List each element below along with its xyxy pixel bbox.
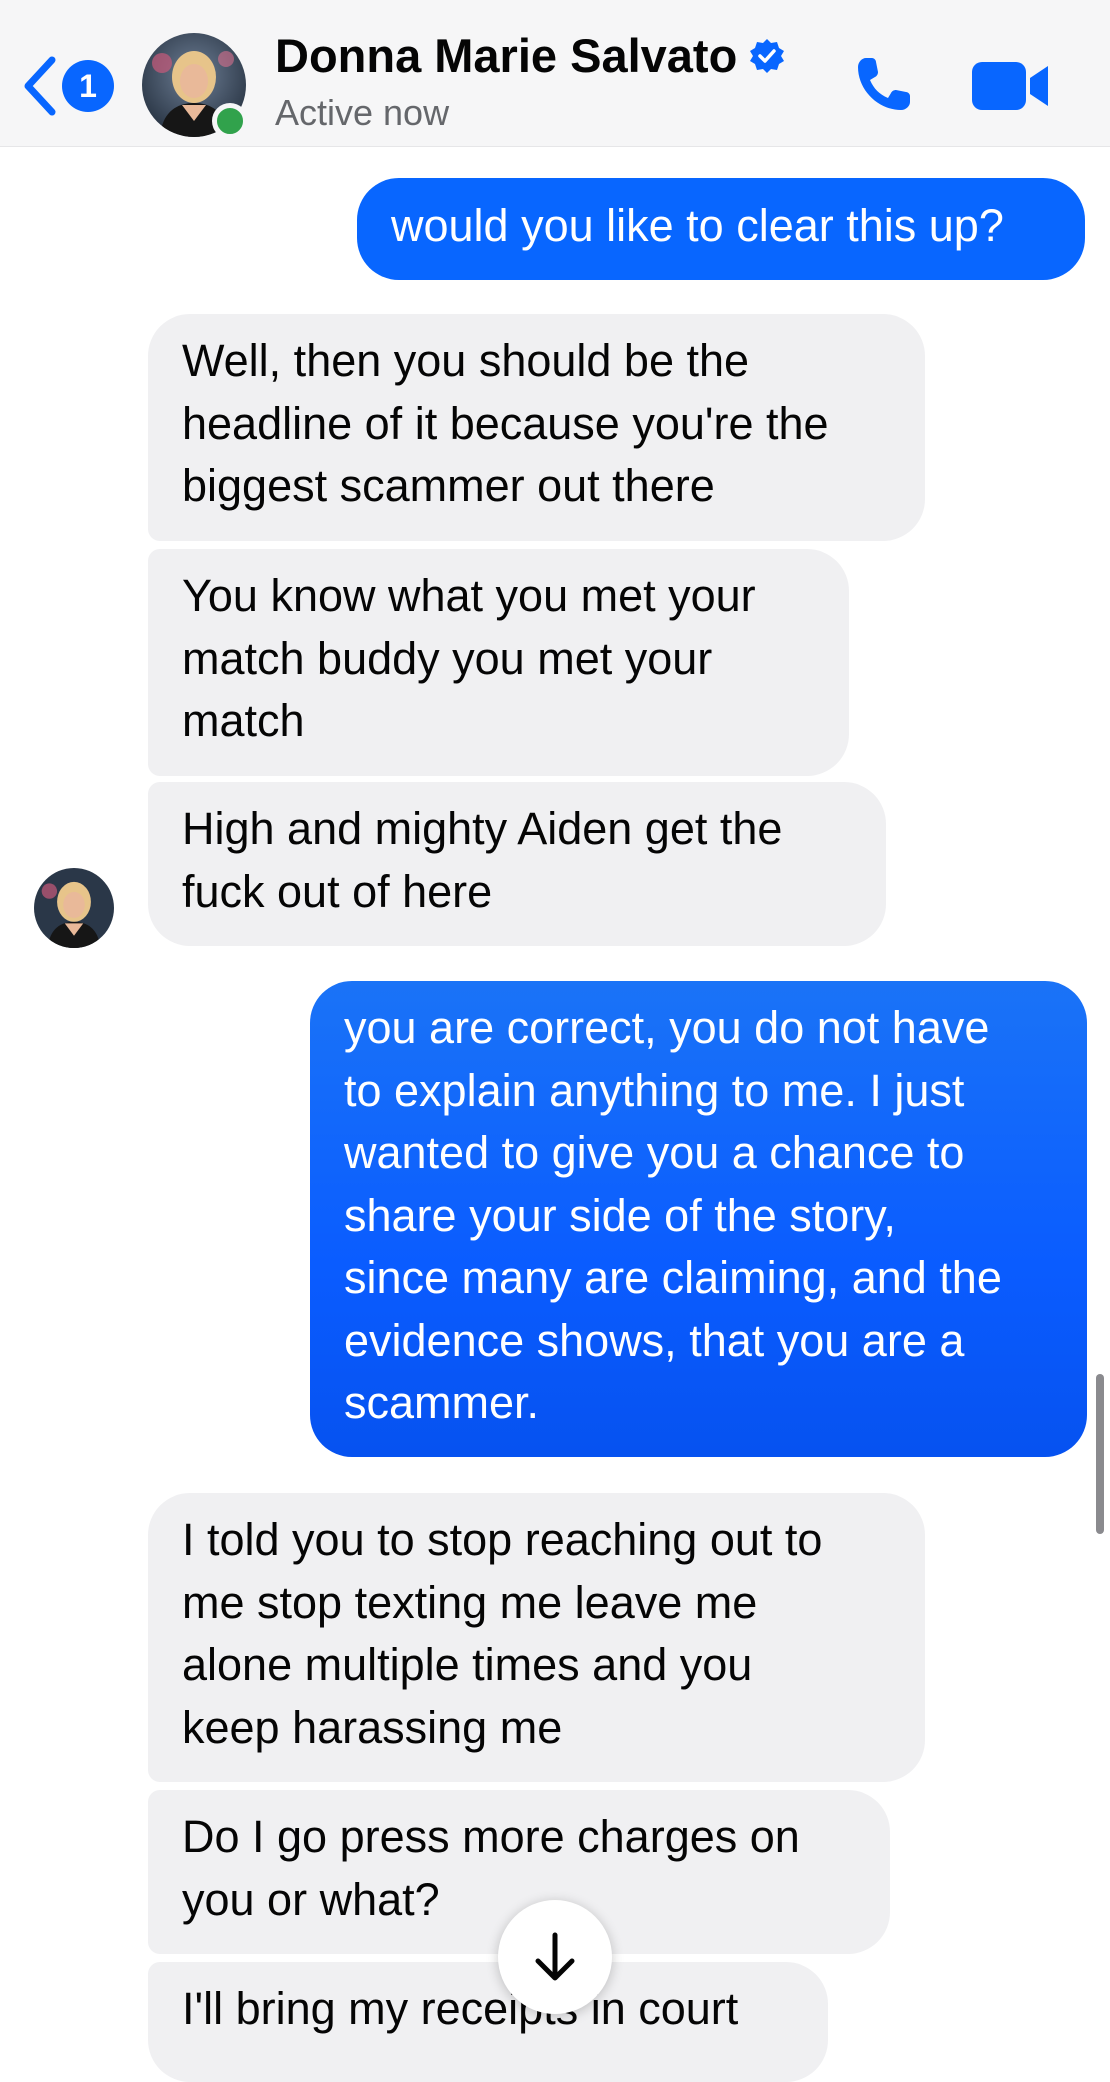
- message-line: headline of it because you're the: [182, 397, 829, 449]
- active-status: Active now: [275, 92, 450, 133]
- message-bubble-received[interactable]: I told you to stop reaching out to me st…: [148, 1493, 925, 1782]
- chat-header: 1 Donna Marie Salvato Active now: [0, 0, 1110, 147]
- message-line: match: [182, 695, 305, 746]
- message-line: Well, then you should be the: [182, 335, 750, 386]
- message-line: evidence shows, that you are a: [344, 1314, 965, 1366]
- message-line: wanted to give you a chance to: [344, 1127, 965, 1178]
- scroll-to-bottom-button[interactable]: [498, 1900, 612, 2014]
- message-line: you are correct, you do not have: [344, 1002, 990, 1053]
- message-bubble-sent[interactable]: you are correct, you do not have to expl…: [310, 981, 1087, 1457]
- message-line: me stop texting me leave me: [182, 1576, 758, 1628]
- scrollbar[interactable]: [1096, 1374, 1104, 1534]
- message-line: keep harassing me: [182, 1701, 563, 1753]
- contact-avatar[interactable]: [142, 33, 248, 139]
- phone-icon[interactable]: [852, 52, 916, 116]
- message-bubble-received[interactable]: You know what you met your match buddy y…: [148, 549, 849, 776]
- message-line: Do I go press more charges on: [182, 1811, 800, 1862]
- contact-name-text: Donna Marie Salvato: [275, 29, 738, 82]
- message-bubble-received[interactable]: Well, then you should be the headline of…: [148, 314, 925, 541]
- unread-count-badge[interactable]: 1: [62, 60, 114, 112]
- message-line: scammer.: [344, 1377, 540, 1428]
- message-line: match buddy you met your: [182, 632, 713, 684]
- message-line: alone multiple times and you: [182, 1639, 753, 1690]
- arrow-down-icon: [535, 1932, 575, 1981]
- contact-name[interactable]: Donna Marie Salvato: [275, 28, 785, 83]
- message-line: would you like to clear this up?: [391, 200, 1004, 251]
- message-line: I'll bring my receipts in court: [182, 1983, 739, 2034]
- message-bubble-sent[interactable]: would you like to clear this up?: [357, 178, 1085, 280]
- message-line: High and mighty Aiden get the: [182, 803, 783, 854]
- message-line: share your side of the story,: [344, 1189, 896, 1241]
- message-bubble-received[interactable]: High and mighty Aiden get the fuck out o…: [148, 782, 886, 946]
- message-line: to explain anything to me. I just: [344, 1064, 965, 1116]
- verified-badge-icon: [750, 38, 785, 73]
- video-camera-icon[interactable]: [972, 60, 1050, 112]
- message-line: biggest scammer out there: [182, 460, 715, 511]
- message-line: You know what you met your: [182, 570, 756, 621]
- message-bubble-received[interactable]: I'll bring my receipts in court: [148, 1962, 828, 2082]
- sender-avatar[interactable]: [34, 868, 114, 948]
- message-line: I told you to stop reaching out to: [182, 1514, 823, 1565]
- online-status-dot: [212, 103, 248, 139]
- message-line: fuck out of here: [182, 865, 493, 917]
- back-chevron-icon[interactable]: [22, 54, 58, 118]
- message-line: since many are claiming, and the: [344, 1252, 1002, 1303]
